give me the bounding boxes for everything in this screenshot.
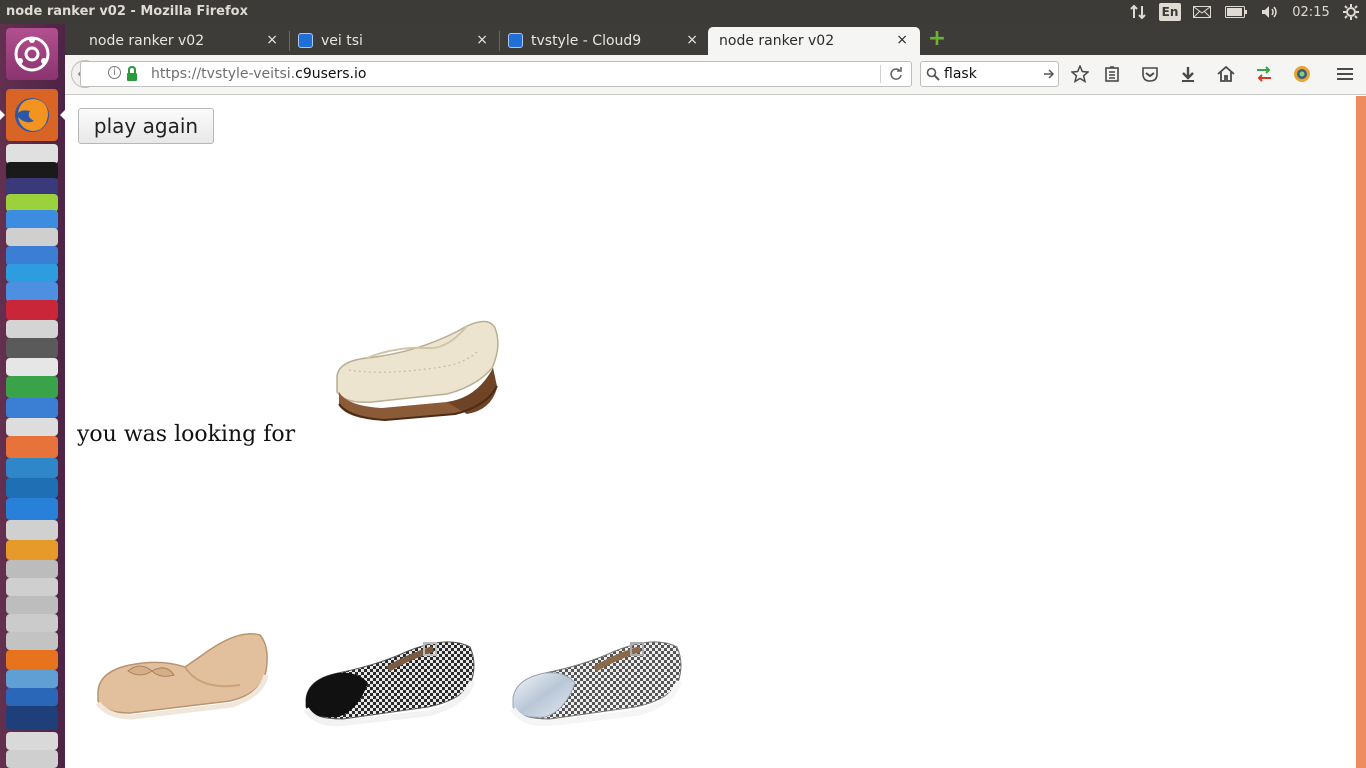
tab-tvstyle-cloud9[interactable]: tvstyle - Cloud9 × <box>500 27 710 55</box>
app-launcher-icon-6[interactable] <box>6 338 58 358</box>
ubuntu-dash-button[interactable] <box>6 28 58 80</box>
page-content: play again you was looking for <box>65 96 1355 768</box>
ubuntu-logo-icon <box>14 36 50 72</box>
browser-launcher-icon[interactable] <box>6 210 58 230</box>
app-launcher-icon-8[interactable] <box>6 398 58 418</box>
app-launcher-icon-9[interactable] <box>6 418 58 436</box>
search-bar[interactable]: flask <box>920 61 1059 87</box>
downloads-icon[interactable] <box>1176 63 1200 85</box>
option-shoe-image-2[interactable] <box>298 621 483 731</box>
active-indicator-icon <box>0 110 5 120</box>
url-text: https://tvstyle-veitsi.c9users.io <box>151 66 366 82</box>
reload-icon[interactable] <box>889 67 903 81</box>
app-launcher-icon-17[interactable] <box>6 596 58 614</box>
app-launcher-icon-14[interactable] <box>6 540 58 560</box>
tab-close-icon[interactable]: × <box>476 32 488 48</box>
cloud9-favicon-icon <box>298 33 313 48</box>
option-shoe-image-3[interactable] <box>505 621 690 731</box>
urlbar-divider <box>880 65 881 83</box>
tab-strip: node ranker v02 × vei tsi × tvstyle - Cl… <box>65 24 1366 55</box>
new-tab-button[interactable]: + <box>927 28 947 50</box>
firefox-launcher-icon[interactable] <box>6 89 58 141</box>
sync-arrows-icon[interactable] <box>1252 63 1276 85</box>
app-launcher-icon-7[interactable] <box>6 358 58 376</box>
files-launcher-icon[interactable] <box>6 144 58 164</box>
pocket-icon[interactable] <box>1138 63 1162 85</box>
spreadsheet-launcher-icon[interactable] <box>6 376 58 398</box>
app-launcher-icon-15[interactable] <box>6 560 58 578</box>
app-launcher-icon-21[interactable] <box>6 670 58 688</box>
hamburger-menu-icon[interactable] <box>1333 63 1357 85</box>
app-launcher-icon-1[interactable] <box>6 228 58 246</box>
tab-label: vei tsi <box>321 33 363 49</box>
settings-gear-icon[interactable] <box>1340 0 1362 24</box>
cloud9-favicon-icon <box>508 33 523 48</box>
tab-close-icon[interactable]: × <box>896 32 908 48</box>
search-go-arrow-icon[interactable] <box>1043 68 1055 80</box>
filezilla-launcher-icon[interactable] <box>6 300 58 320</box>
search-icon <box>926 67 940 81</box>
tab-close-icon[interactable]: × <box>686 32 698 48</box>
unity-launcher <box>0 24 65 768</box>
tab-close-icon[interactable]: × <box>266 32 278 48</box>
trash-launcher-icon[interactable] <box>6 750 58 768</box>
looking-for-label: you was looking for <box>77 422 296 447</box>
software-center-launcher-icon[interactable] <box>6 436 58 458</box>
page-scrollbar[interactable] <box>1356 96 1366 768</box>
lock-icon <box>127 66 137 81</box>
app-launcher-icon-18[interactable] <box>6 614 58 632</box>
tab-vei-tsi[interactable]: vei tsi × <box>290 27 500 55</box>
option-shoe-image-1[interactable] <box>90 621 275 726</box>
volume-icon[interactable] <box>1259 0 1281 24</box>
app-launcher-icon-20[interactable] <box>6 650 58 670</box>
tab-label: tvstyle - Cloud9 <box>531 33 642 49</box>
url-prefix: https://tvstyle-veitsi. <box>151 66 296 82</box>
home-icon[interactable] <box>1214 63 1238 85</box>
url-bar[interactable]: i https://tvstyle-veitsi.c9users.io <box>80 61 912 87</box>
tab-label: node ranker v02 <box>719 33 835 49</box>
app-launcher-icon-12[interactable] <box>6 498 58 520</box>
website-copier-launcher-icon[interactable] <box>6 706 58 730</box>
bookmark-star-icon[interactable] <box>1068 63 1092 85</box>
app-launcher-icon-19[interactable] <box>6 632 58 650</box>
extension-icon[interactable] <box>1290 63 1314 85</box>
app-launcher-icon-10[interactable] <box>6 458 58 478</box>
app-launcher-icon-11[interactable] <box>6 478 58 498</box>
tab-node-ranker-1[interactable]: node ranker v02 × <box>65 27 290 55</box>
app-launcher-icon-16[interactable] <box>6 578 58 596</box>
info-icon[interactable]: i <box>108 66 121 79</box>
tab-label: node ranker v02 <box>89 33 205 49</box>
target-shoe-image <box>336 320 499 422</box>
search-input[interactable]: flask <box>944 66 977 82</box>
app-launcher-icon-3[interactable] <box>6 264 58 282</box>
url-domain: c9users.io <box>295 66 367 82</box>
app-launcher-icon-13[interactable] <box>6 520 58 540</box>
mail-icon[interactable] <box>1191 0 1213 24</box>
play-again-button[interactable]: play again <box>78 108 214 144</box>
battery-icon[interactable] <box>1224 0 1248 24</box>
app-launcher-icon-22[interactable] <box>6 688 58 706</box>
window-title: node ranker v02 - Mozilla Firefox <box>6 4 248 19</box>
network-icon[interactable] <box>1128 0 1148 24</box>
app-launcher-icon-5[interactable] <box>6 320 58 338</box>
tab-node-ranker-active[interactable]: node ranker v02 × <box>708 27 920 55</box>
clock[interactable]: 02:15 <box>1290 0 1332 24</box>
app-launcher-icon-23[interactable] <box>6 732 58 750</box>
reading-list-icon[interactable] <box>1100 63 1124 85</box>
app-launcher-icon-4[interactable] <box>6 282 58 302</box>
system-top-bar: node ranker v02 - Mozilla Firefox En 02:… <box>0 0 1366 24</box>
keyboard-layout-indicator[interactable]: En <box>1159 3 1181 21</box>
app-launcher-icon-2[interactable] <box>6 246 58 266</box>
